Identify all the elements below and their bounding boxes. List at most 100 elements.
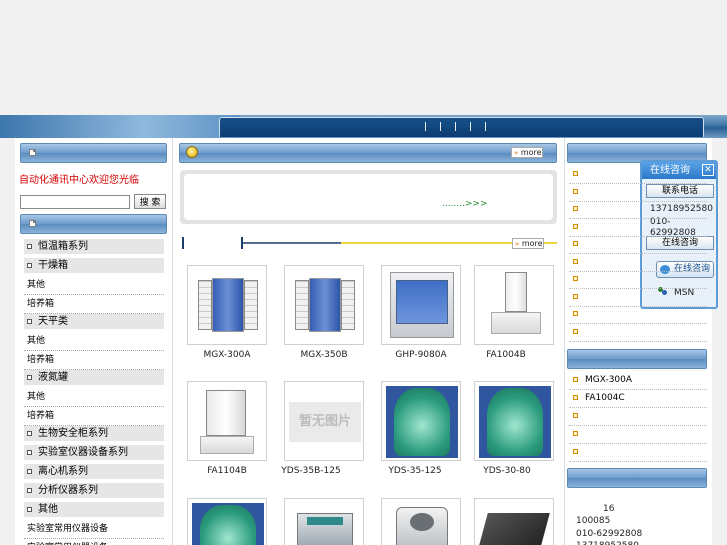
address-line: 16 <box>603 504 615 514</box>
category-item[interactable]: 分析仪器系列 <box>24 483 164 498</box>
incubator-door <box>198 280 212 330</box>
announcement-header <box>20 143 167 163</box>
product-image[interactable] <box>474 265 554 345</box>
right-product-link[interactable] <box>569 409 707 426</box>
bullet-icon <box>573 413 578 418</box>
balance-illustration <box>200 436 254 454</box>
bullet-icon <box>27 263 32 268</box>
product-name[interactable]: MGX-300A <box>187 350 267 360</box>
bullet-icon <box>27 244 32 249</box>
bullet-icon <box>27 488 32 493</box>
right-list-item[interactable] <box>569 307 707 324</box>
more-label: more <box>521 239 543 248</box>
balance-chamber <box>505 272 527 312</box>
bullet-icon <box>573 206 578 211</box>
right-list-item[interactable] <box>569 255 707 272</box>
right-list-item[interactable] <box>569 290 707 307</box>
bullet-icon <box>27 375 32 380</box>
notice-more-link[interactable]: ........>>> <box>442 199 488 209</box>
right-product-link[interactable] <box>569 445 707 462</box>
right-product-label: FA1004C <box>585 393 625 403</box>
search-input[interactable] <box>20 195 130 209</box>
category-item[interactable]: 干燥箱 <box>24 258 164 273</box>
subcategory-item[interactable]: 培养箱 <box>24 297 164 314</box>
bullet-icon <box>27 431 32 436</box>
nav-item-1[interactable] <box>425 122 426 131</box>
product-image[interactable] <box>381 381 461 461</box>
liquid-nitrogen-tank <box>200 505 256 545</box>
subcategory-item[interactable]: 培养箱 <box>24 409 164 426</box>
product-image[interactable] <box>474 381 554 461</box>
arrow-icon: » <box>514 149 519 157</box>
subcategory-item[interactable]: 实验室常用仪器设备 <box>24 522 164 539</box>
right-list-item[interactable] <box>569 167 707 184</box>
bullet-icon <box>573 293 578 299</box>
product-image[interactable] <box>187 498 267 545</box>
category-item[interactable]: 生物安全柜系列 <box>24 426 164 441</box>
category-item[interactable]: 其他 <box>24 502 164 517</box>
category-label: 分析仪器系列 <box>38 485 98 496</box>
product-image[interactable] <box>381 265 461 345</box>
nav-band-highlight <box>0 115 240 138</box>
category-label: 液氮罐 <box>38 372 68 383</box>
right-list-item[interactable] <box>569 325 707 342</box>
bullet-icon <box>573 311 578 316</box>
more-button[interactable]: » more <box>511 147 543 158</box>
category-item[interactable]: 液氮罐 <box>24 370 164 385</box>
nav-item-4[interactable] <box>470 122 471 131</box>
subcategory-item[interactable]: 其他 <box>24 334 164 351</box>
no-image-placeholder: 暂无图片 <box>289 402 361 442</box>
subcategory-item[interactable]: 其他 <box>24 390 164 407</box>
welcome-text: 自动化通讯中心欢迎您光临 <box>19 175 139 186</box>
category-label: 天平类 <box>38 316 68 327</box>
product-name[interactable]: FA1104B <box>187 466 267 476</box>
category-item[interactable]: 离心机系列 <box>24 464 164 479</box>
search-button[interactable]: 搜 索 <box>134 194 166 209</box>
product-image[interactable]: 暂无图片 <box>284 381 364 461</box>
category-item[interactable]: 恒温箱系列 <box>24 239 164 254</box>
product-image[interactable] <box>381 498 461 545</box>
right-list-item[interactable] <box>569 272 707 289</box>
right-product-link[interactable]: FA1004C <box>569 391 707 408</box>
category-label: 恒温箱系列 <box>38 241 88 252</box>
product-image[interactable] <box>187 381 267 461</box>
subcategory-item[interactable]: 其他 <box>24 278 164 295</box>
liquid-nitrogen-tank <box>487 388 543 456</box>
product-image[interactable] <box>187 265 267 345</box>
product-image[interactable] <box>284 498 364 545</box>
nav-item-2[interactable] <box>440 122 441 131</box>
more-button-products[interactable]: » more <box>512 238 544 249</box>
right-list-item[interactable] <box>569 220 707 237</box>
nav-item-3[interactable] <box>455 122 456 131</box>
product-name[interactable]: FA1004B <box>466 350 546 360</box>
bullet-icon <box>573 188 578 194</box>
right-product-link[interactable]: MGX-300A <box>569 373 707 390</box>
product-name[interactable]: MGX-350B <box>284 350 364 360</box>
notice-header <box>179 143 557 163</box>
product-image[interactable] <box>284 265 364 345</box>
incubator-illustration <box>212 278 244 332</box>
product-name[interactable]: YDS-35B-125 <box>271 466 351 476</box>
category-item[interactable]: 实验室仪器设备系列 <box>24 445 164 460</box>
subcategory-item[interactable]: 培养箱 <box>24 353 164 370</box>
product-name[interactable]: GHP-9080A <box>381 350 461 360</box>
subcategory-item[interactable]: 实验室常用仪器设备 <box>24 541 164 545</box>
news-bar <box>182 237 557 249</box>
nav-item-5[interactable] <box>485 122 486 131</box>
header-banner <box>0 0 727 115</box>
left-column-divider <box>172 138 173 545</box>
bullet-icon <box>27 507 32 512</box>
bullet-icon <box>27 450 32 455</box>
right-list-item[interactable] <box>569 185 707 202</box>
notice-box <box>184 174 553 220</box>
bullet-icon <box>573 223 578 229</box>
right-product-link[interactable] <box>569 427 707 444</box>
bullet-icon <box>573 328 578 334</box>
right-header-middle <box>567 349 707 369</box>
product-name[interactable]: YDS-35-125 <box>375 466 455 476</box>
product-image[interactable] <box>474 498 554 545</box>
category-item[interactable]: 天平类 <box>24 314 164 329</box>
product-name[interactable]: YDS-30-80 <box>467 466 547 476</box>
right-list-item[interactable] <box>569 202 707 219</box>
right-list-item[interactable] <box>569 237 707 254</box>
